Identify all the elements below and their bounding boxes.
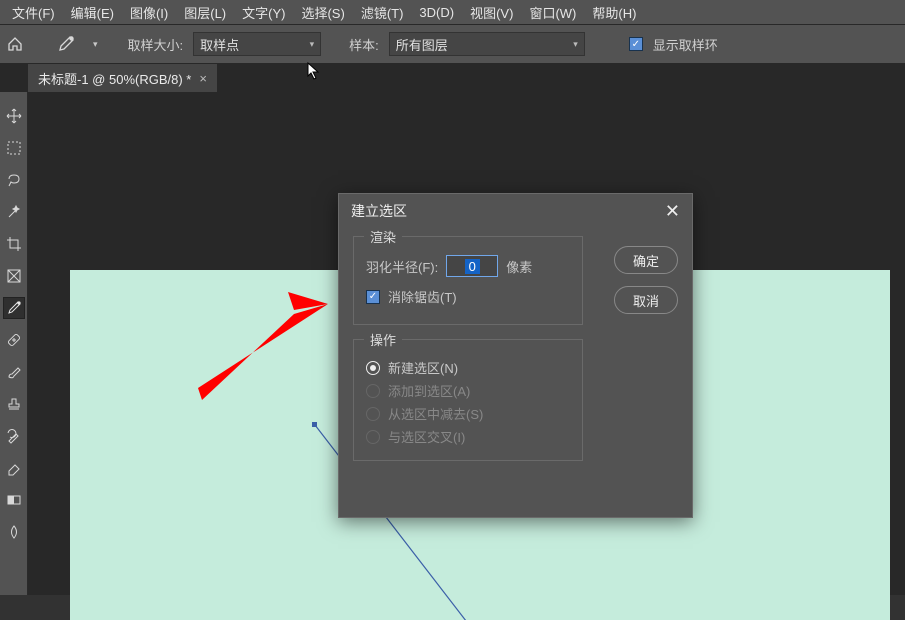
menu-select[interactable]: 选择(S)	[295, 1, 350, 24]
document-tab[interactable]: 未标题-1 @ 50%(RGB/8) * ×	[28, 64, 217, 92]
op-add-label: 添加到选区(A)	[388, 381, 470, 400]
show-ring-label: 显示取样环	[653, 35, 718, 54]
sample-size-label: 取样大小:	[128, 35, 184, 54]
main-menu-bar: 文件(F) 编辑(E) 图像(I) 图层(L) 文字(Y) 选择(S) 滤镜(T…	[0, 0, 905, 24]
op-add-radio	[366, 384, 380, 398]
stamp-tool-icon[interactable]	[4, 394, 24, 414]
menu-filter[interactable]: 滤镜(T)	[355, 1, 410, 24]
menu-window[interactable]: 窗口(W)	[523, 1, 582, 24]
close-tab-icon[interactable]: ×	[199, 71, 207, 86]
feather-value: 0	[465, 259, 480, 274]
brush-tool-icon[interactable]	[4, 362, 24, 382]
feather-label: 羽化半径(F):	[366, 257, 438, 276]
tool-preset-dropdown-icon[interactable]: ▾	[93, 39, 98, 50]
dialog-titlebar[interactable]: 建立选区 ✕	[339, 194, 692, 228]
pixel-label: 像素	[506, 257, 532, 276]
operation-fieldset: 操作 新建选区(N) 添加到选区(A) 从选区中减去(S) 与选区交叉(I)	[353, 339, 583, 461]
chevron-down-icon: ▾	[573, 39, 578, 50]
close-icon[interactable]: ✕	[665, 201, 680, 222]
operation-legend: 操作	[364, 330, 402, 349]
lasso-tool-icon[interactable]	[4, 170, 24, 190]
feather-input[interactable]: 0	[446, 255, 498, 277]
menu-layer[interactable]: 图层(L)	[178, 1, 232, 24]
menu-3d[interactable]: 3D(D)	[413, 3, 460, 22]
left-toolbox	[0, 92, 28, 595]
op-new-label: 新建选区(N)	[388, 358, 458, 377]
document-tab-bar: 未标题-1 @ 50%(RGB/8) * ×	[0, 64, 905, 92]
antialias-checkbox[interactable]: ✓	[366, 290, 380, 304]
render-fieldset: 渲染 羽化半径(F): 0 像素 ✓ 消除锯齿(T)	[353, 236, 583, 325]
sample-dropdown[interactable]: 所有图层 ▾	[389, 32, 585, 56]
frame-tool-icon[interactable]	[4, 266, 24, 286]
make-selection-dialog: 建立选区 ✕ 渲染 羽化半径(F): 0 像素 ✓ 消除锯齿(T) 操作 新建选…	[338, 193, 693, 518]
document-tab-title: 未标题-1 @ 50%(RGB/8) *	[38, 69, 191, 88]
menu-file[interactable]: 文件(F)	[6, 1, 61, 24]
move-tool-icon[interactable]	[4, 106, 24, 126]
eyedropper-tool-icon[interactable]	[4, 298, 24, 318]
annotation-arrow	[198, 292, 338, 412]
healing-tool-icon[interactable]	[4, 330, 24, 350]
eyedropper-tool-icon[interactable]	[52, 30, 80, 58]
sample-size-dropdown[interactable]: 取样点 ▾	[193, 32, 321, 56]
menu-image[interactable]: 图像(I)	[124, 1, 174, 24]
ok-button[interactable]: 确定	[614, 246, 678, 274]
crop-tool-icon[interactable]	[4, 234, 24, 254]
cancel-button[interactable]: 取消	[614, 286, 678, 314]
op-new-radio[interactable]	[366, 361, 380, 375]
menu-view[interactable]: 视图(V)	[464, 1, 519, 24]
marquee-tool-icon[interactable]	[4, 138, 24, 158]
options-bar: ▾ 取样大小: 取样点 ▾ 样本: 所有图层 ▾ ✓ 显示取样环	[0, 24, 905, 64]
menu-help[interactable]: 帮助(H)	[586, 1, 642, 24]
chevron-down-icon: ▾	[310, 39, 315, 50]
op-sub-label: 从选区中减去(S)	[388, 404, 483, 423]
sample-size-value: 取样点	[200, 35, 239, 54]
render-legend: 渲染	[364, 227, 402, 246]
antialias-label: 消除锯齿(T)	[388, 287, 457, 306]
sample-value: 所有图层	[396, 35, 448, 54]
home-icon[interactable]	[6, 35, 24, 53]
gradient-tool-icon[interactable]	[4, 490, 24, 510]
menu-edit[interactable]: 编辑(E)	[65, 1, 120, 24]
op-int-radio	[366, 430, 380, 444]
history-brush-tool-icon[interactable]	[4, 426, 24, 446]
op-int-label: 与选区交叉(I)	[388, 427, 465, 446]
wand-tool-icon[interactable]	[4, 202, 24, 222]
mouse-cursor-icon	[307, 62, 321, 80]
blur-tool-icon[interactable]	[4, 522, 24, 542]
sample-label: 样本:	[349, 35, 379, 54]
dialog-title: 建立选区	[351, 201, 407, 221]
menu-type[interactable]: 文字(Y)	[236, 1, 291, 24]
op-sub-radio	[366, 407, 380, 421]
eraser-tool-icon[interactable]	[4, 458, 24, 478]
show-ring-checkbox[interactable]: ✓	[629, 37, 643, 51]
